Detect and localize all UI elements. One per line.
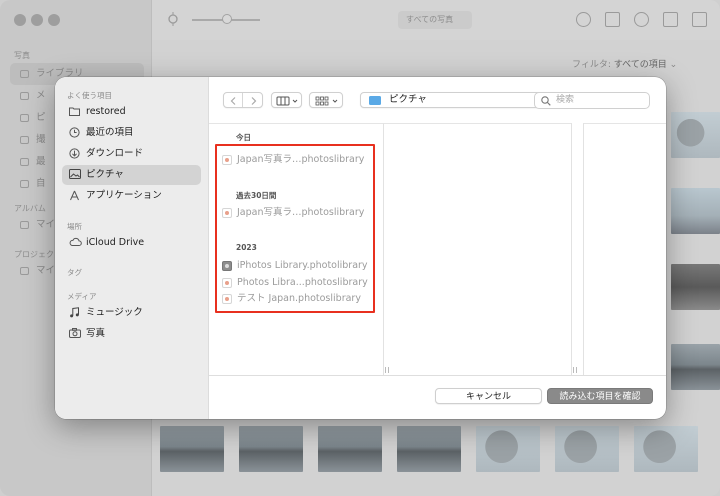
sidebar-item-label: iCloud Drive — [86, 237, 145, 248]
sidebar-item-pictures[interactable]: ピクチャ — [62, 165, 201, 185]
photo-thumbnail[interactable] — [634, 426, 698, 472]
music-icon — [70, 307, 79, 318]
chevron-right-icon — [251, 97, 257, 105]
photo-thumbnail[interactable] — [318, 426, 382, 472]
applications-icon — [70, 190, 79, 201]
annotation-highlight-box — [215, 144, 375, 313]
photo-thumbnail[interactable] — [671, 344, 720, 390]
sidebar-item-applications[interactable]: アプリケーション — [62, 186, 201, 206]
sidebar-item-music[interactable]: ミュージック — [62, 303, 201, 323]
sidebar-item-restored[interactable]: restored — [62, 102, 201, 122]
sidebar-item-recents[interactable]: 最近の項目 — [62, 123, 201, 143]
sidebar-item-label: マイ — [36, 219, 56, 230]
filter-value: すべての項目 — [613, 60, 667, 70]
file-column-3 — [583, 123, 666, 375]
sidebar-item-label: ピクチャ — [86, 169, 124, 180]
grid-icon — [315, 96, 338, 106]
zoom-window-button[interactable] — [48, 14, 60, 26]
clock-icon — [69, 127, 80, 138]
photo-thumbnail[interactable] — [160, 426, 224, 472]
cancel-button[interactable]: キャンセル — [435, 388, 542, 404]
group-header-today: 今日 — [236, 133, 251, 142]
group-by-button[interactable] — [309, 92, 343, 108]
sidebar-section-photos: 写真 — [14, 51, 30, 60]
filter-control[interactable]: フィルタ: すべての項目 ⌄ — [572, 57, 677, 70]
search-placeholder: 検索 — [556, 95, 575, 105]
photo-thumbnail[interactable] — [239, 426, 303, 472]
sidebar-item-label: メ — [36, 90, 46, 101]
columns-icon — [276, 96, 298, 106]
sidebar-item-label: 最近の項目 — [86, 127, 134, 138]
sidebar-item-label: 撮 — [36, 134, 46, 145]
dialog-sidebar: よく使う項目 restored 最近の項目 ダウンロード ピクチャ アプリケーシ… — [55, 77, 209, 419]
file-column-2 — [384, 123, 577, 375]
back-button[interactable] — [224, 93, 243, 107]
favorites-header: よく使う項目 — [67, 91, 112, 100]
photo-thumbnail[interactable] — [671, 112, 720, 158]
media-header: メディア — [67, 292, 97, 301]
sidebar-item-label: ピ — [36, 112, 46, 123]
sidebar-item-photos[interactable]: 写真 — [62, 324, 201, 344]
photo-thumbnail[interactable] — [555, 426, 619, 472]
locations-header: 場所 — [67, 222, 82, 231]
sidebar-item-downloads[interactable]: ダウンロード — [62, 144, 201, 164]
memories-icon — [20, 92, 29, 100]
trash-icon[interactable] — [692, 12, 707, 27]
places-icon — [20, 136, 29, 144]
filter-label: フィルタ: — [572, 60, 611, 70]
location-label: ピクチャ — [389, 94, 427, 105]
recent-icon — [20, 158, 29, 166]
chevron-left-icon — [230, 97, 236, 105]
view-popup-label: すべての写真 — [406, 15, 454, 24]
close-window-button[interactable] — [14, 14, 26, 26]
zoom-slider-knob[interactable] — [222, 14, 232, 24]
column-resize-handle[interactable] — [573, 367, 577, 373]
people-icon — [20, 114, 29, 122]
photo-thumbnail[interactable] — [476, 426, 540, 472]
dialog-toolbar: ピクチャ 検索 — [209, 77, 666, 123]
sidebar-item-label: 最 — [36, 156, 46, 167]
back-forward-control — [223, 92, 263, 108]
rotate-icon[interactable] — [663, 12, 678, 27]
photo-icon — [20, 70, 29, 78]
pictures-icon — [69, 169, 81, 179]
sidebar-item-label: マイ — [36, 265, 56, 276]
folder-icon — [369, 96, 381, 105]
camera-icon — [69, 328, 81, 338]
sidebar-item-label: 写真 — [86, 328, 106, 339]
auto-icon — [20, 180, 29, 188]
sidebar-item-label: restored — [86, 106, 126, 117]
sidebar-item-label: 自 — [36, 178, 46, 189]
photo-thumbnail[interactable] — [671, 188, 720, 234]
photo-thumbnail[interactable] — [397, 426, 461, 472]
tags-header: タグ — [67, 268, 82, 277]
review-import-button[interactable]: 読み込む項目を確認 — [547, 388, 653, 404]
zoom-slider-icon — [168, 12, 178, 26]
sidebar-section-albums: アルバム — [14, 204, 46, 213]
photo-thumbnail[interactable] — [671, 264, 720, 310]
sidebar-item-icloud-drive[interactable]: iCloud Drive — [62, 233, 201, 253]
download-icon — [69, 148, 80, 159]
forward-button[interactable] — [244, 93, 263, 107]
search-field[interactable]: 検索 — [534, 92, 650, 109]
cloud-icon — [69, 237, 82, 246]
search-icon — [541, 96, 551, 106]
folder-icon — [69, 107, 80, 116]
share-icon[interactable] — [605, 12, 620, 27]
sidebar-item-label: ミュージック — [86, 307, 143, 318]
view-popup[interactable]: すべての写真 — [398, 11, 472, 29]
minimize-window-button[interactable] — [31, 14, 43, 26]
photos-toolbar: すべての写真 — [152, 0, 720, 40]
sidebar-item-label: アプリケーション — [86, 190, 162, 201]
sidebar-item-label: ダウンロード — [86, 148, 144, 159]
project-icon — [20, 267, 29, 275]
info-icon[interactable] — [576, 12, 591, 27]
heart-icon[interactable] — [634, 12, 649, 27]
column-view-button[interactable] — [271, 92, 302, 108]
chevron-down-icon: ⌄ — [669, 60, 678, 70]
album-icon — [20, 221, 29, 229]
dialog-footer: キャンセル 読み込む項目を確認 — [209, 375, 666, 419]
